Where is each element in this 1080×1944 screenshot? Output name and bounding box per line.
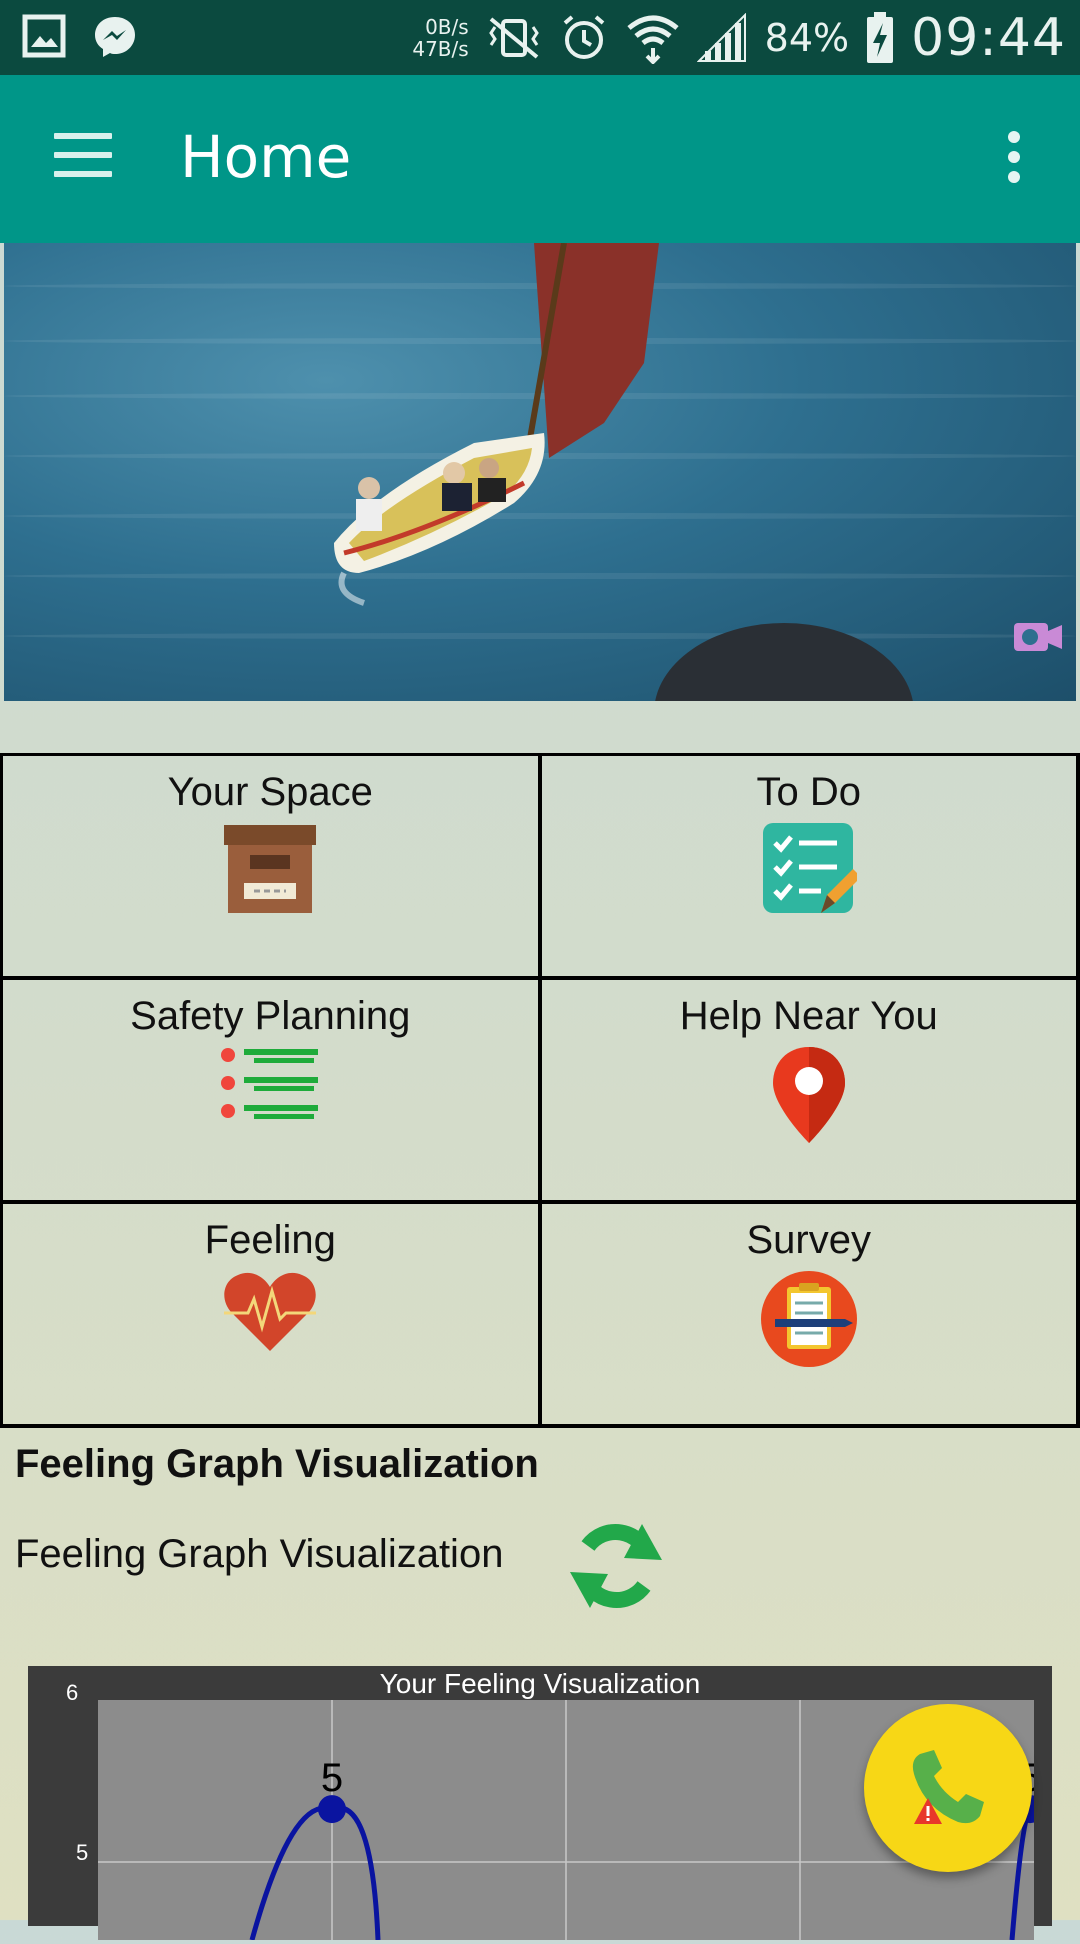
battery-charging-icon [865,11,895,65]
network-speed: 0B/s 47B/s [412,16,468,60]
refresh-icon[interactable] [566,1516,666,1616]
section-subtitle: Feeling Graph Visualization [15,1532,503,1577]
page-title: Home [180,123,351,191]
tile-label: Help Near You [680,994,938,1039]
menu-grid: Your Space To Do Safety Planning [0,753,1080,1428]
map-pin-icon [769,1045,849,1145]
clock: 09:44 [911,8,1066,68]
tile-label: Safety Planning [130,994,410,1039]
hamburger-menu-icon[interactable] [54,133,112,179]
tile-feeling[interactable]: Feeling [3,1204,542,1428]
tile-your-space[interactable]: Your Space [3,756,542,980]
app-bar: Home [0,75,1080,243]
net-down-text: 0B/s [412,16,468,38]
tile-label: To Do [757,770,862,815]
sailboat-illustration [4,243,1076,701]
status-bar: 0B/s 47B/s 84% [0,0,1080,75]
wifi-icon [625,12,681,64]
vibrate-mute-icon [485,15,543,61]
alarm-icon [559,13,609,63]
tile-survey[interactable]: Survey [542,1204,1080,1428]
series-line [252,1808,378,1940]
emergency-call-button[interactable] [864,1704,1032,1872]
list-icon [220,1045,320,1125]
video-camera-icon[interactable] [1012,617,1064,655]
battery-text: 84% [765,16,849,60]
chart-title: Your Feeling Visualization [28,1668,1052,1700]
overflow-menu-icon[interactable] [1002,131,1026,191]
checklist-icon [761,821,857,917]
tile-to-do[interactable]: To Do [542,756,1080,980]
tile-safety-planning[interactable]: Safety Planning [3,980,542,1204]
y-tick-label: 5 [76,1840,88,1866]
messenger-notification-icon [92,14,138,60]
hero-image [4,243,1076,701]
signal-icon [697,13,749,63]
data-label: 5 [321,1756,343,1800]
net-up-text: 47B/s [412,38,468,60]
tile-help-near-you[interactable]: Help Near You [542,980,1080,1204]
y-tick-label: 6 [66,1680,78,1706]
tile-label: Feeling [205,1218,336,1263]
emergency-call-icon [906,1746,990,1830]
section-title: Feeling Graph Visualization [15,1442,539,1487]
clipboard-icon [759,1269,859,1369]
gallery-notification-icon [22,14,66,58]
heart-pulse-icon [220,1269,320,1353]
archive-box-icon [222,821,318,917]
tile-label: Your Space [168,770,373,815]
tile-label: Survey [747,1218,872,1263]
